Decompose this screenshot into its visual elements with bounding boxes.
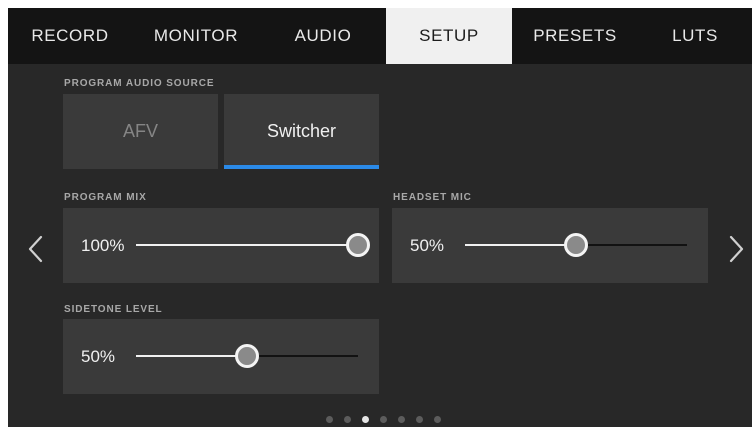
menu-tab-bar: RECORD MONITOR AUDIO SETUP PRESETS LUTS xyxy=(8,8,752,64)
page-dot[interactable] xyxy=(326,416,333,423)
tab-luts[interactable]: LUTS xyxy=(638,8,752,64)
tab-audio[interactable]: AUDIO xyxy=(260,8,386,64)
sidetone-level-panel: 50% xyxy=(63,319,379,394)
switcher-source-label: Switcher xyxy=(266,121,337,141)
page-dot[interactable] xyxy=(416,416,423,423)
headset-mic-slider-fill xyxy=(465,244,576,246)
program-mix-slider-fill xyxy=(136,244,358,246)
program-mix-slider-handle[interactable] xyxy=(346,233,370,257)
tab-presets[interactable]: PRESETS xyxy=(512,8,638,64)
sidetone-level-slider-fill xyxy=(136,355,247,357)
afv-source-button[interactable]: AFV xyxy=(63,94,218,169)
program-mix-value: 100% xyxy=(81,235,125,255)
headset-mic-label: HEADSET MIC xyxy=(393,192,472,203)
page-dot[interactable] xyxy=(434,416,441,423)
chevron-right-icon[interactable] xyxy=(722,234,750,264)
chevron-left-icon[interactable] xyxy=(22,234,50,264)
afv-source-label: AFV xyxy=(122,121,158,141)
page-dot[interactable] xyxy=(344,416,351,423)
page-dot[interactable] xyxy=(380,416,387,423)
headset-mic-panel: 50% xyxy=(392,208,708,283)
switcher-source-button[interactable]: Switcher xyxy=(224,94,379,169)
page-indicator xyxy=(326,416,441,423)
program-audio-source-label: PROGRAM AUDIO SOURCE xyxy=(64,78,215,89)
headset-mic-slider[interactable] xyxy=(465,233,687,257)
sidetone-level-value: 50% xyxy=(81,346,116,366)
program-mix-panel: 100% xyxy=(63,208,379,283)
tab-setup[interactable]: SETUP xyxy=(386,8,512,64)
sidetone-level-label: SIDETONE LEVEL xyxy=(64,304,163,315)
tab-record[interactable]: RECORD xyxy=(8,8,132,64)
selected-indicator xyxy=(224,165,379,169)
program-mix-slider[interactable] xyxy=(136,233,370,257)
sidetone-level-slider-handle[interactable] xyxy=(235,344,259,368)
tab-monitor[interactable]: MONITOR xyxy=(132,8,260,64)
page-dot[interactable] xyxy=(398,416,405,423)
headset-mic-slider-handle[interactable] xyxy=(564,233,588,257)
sidetone-level-slider[interactable] xyxy=(136,344,358,368)
headset-mic-value: 50% xyxy=(410,235,445,255)
camera-setup-screen: RECORD MONITOR AUDIO SETUP PRESETS LUTS … xyxy=(8,8,752,427)
page-dot[interactable] xyxy=(362,416,369,423)
program-mix-label: PROGRAM MIX xyxy=(64,192,147,203)
